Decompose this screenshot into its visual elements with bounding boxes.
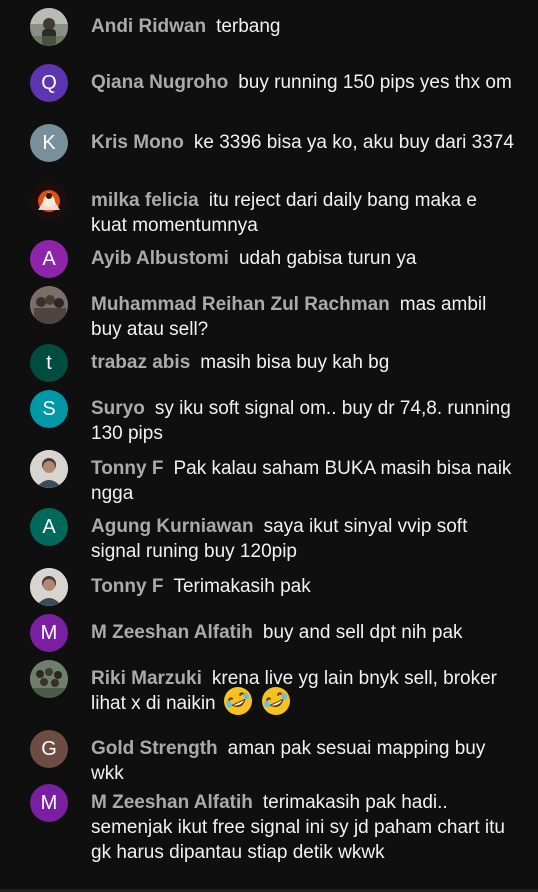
chat-message[interactable]: K Kris Mono ke 3396 bisa ya ko, aku buy da…	[0, 122, 538, 180]
chat-message[interactable]: A Ayib Albustomi udah gabisa turun ya	[0, 238, 538, 284]
author-name[interactable]: Gold Strength	[91, 738, 218, 759]
avatar-photo[interactable]	[30, 568, 68, 606]
message-body: M Zeeshan Alfatih terimakasih pak hadi.. …	[91, 782, 514, 865]
rolling-on-floor-laughing-emoji	[260, 685, 292, 717]
rolling-on-floor-laughing-emoji	[222, 685, 254, 717]
avatar[interactable]: t	[30, 344, 68, 382]
author-name[interactable]: Riki Marzuki	[91, 668, 202, 689]
avatar-letter: A	[42, 247, 56, 270]
avatar-letter: M	[40, 621, 58, 644]
message-body: Suryo sy iku soft signal om.. buy dr 74,8…	[91, 388, 514, 446]
message-body: milka felicia itu reject dari daily bang …	[91, 180, 514, 238]
avatar[interactable]: A	[30, 508, 68, 546]
author-name[interactable]: Qiana Nugroho	[91, 72, 228, 93]
message-body: Tonny F Pak kalau saham BUKA masih bisa n…	[91, 448, 514, 506]
message-body: Andi Ridwan terbang	[91, 6, 281, 39]
avatar-letter: S	[42, 397, 56, 420]
author-name[interactable]: Tonny F	[91, 458, 163, 479]
message-body: Riki Marzuki krena live yg lain bnyk sell…	[91, 658, 514, 717]
avatar[interactable]: M	[30, 784, 68, 822]
avatar-photo[interactable]	[30, 8, 68, 46]
avatar-photo[interactable]	[30, 660, 68, 698]
chat-message[interactable]: t trabaz abis masih bisa buy kah bg	[0, 342, 538, 388]
author-name[interactable]: Andi Ridwan	[91, 16, 206, 37]
author-name[interactable]: trabaz abis	[91, 352, 190, 373]
avatar[interactable]: S	[30, 390, 68, 428]
chat-message[interactable]: A Agung Kurniawan saya ikut sinyal vvip so…	[0, 506, 538, 566]
avatar-letter: Q	[41, 71, 57, 94]
message-text: Terimakasih pak	[173, 576, 311, 597]
chat-message[interactable]: M M Zeeshan Alfatih terimakasih pak hadi..…	[0, 782, 538, 866]
avatar[interactable]: A	[30, 240, 68, 278]
avatar[interactable]: G	[30, 730, 68, 768]
author-name[interactable]: Agung Kurniawan	[91, 516, 254, 537]
author-name[interactable]: Ayib Albustomi	[91, 248, 229, 269]
avatar-letter: G	[41, 737, 57, 760]
message-text: ke 3396 bisa ya ko, aku buy dari 3374	[193, 132, 514, 153]
message-body: Tonny F Terimakasih pak	[91, 566, 311, 599]
message-text: terbang	[216, 16, 281, 37]
avatar-photo[interactable]	[30, 450, 68, 488]
message-body: trabaz abis masih bisa buy kah bg	[91, 342, 389, 375]
avatar-photo[interactable]	[30, 182, 68, 220]
author-name[interactable]: M Zeeshan Alfatih	[91, 622, 253, 643]
message-text: buy running 150 pips yes thx om	[238, 72, 512, 93]
avatar-letter: A	[42, 515, 56, 538]
chat-message[interactable]: Tonny F Pak kalau saham BUKA masih bisa n…	[0, 448, 538, 506]
avatar-letter: M	[40, 791, 58, 814]
author-name[interactable]: M Zeeshan Alfatih	[91, 792, 253, 813]
avatar[interactable]: K	[30, 124, 68, 162]
message-body: Qiana Nugroho buy running 150 pips yes th…	[91, 62, 512, 95]
message-body: M Zeeshan Alfatih buy and sell dpt nih pa…	[91, 612, 463, 645]
message-body: Ayib Albustomi udah gabisa turun ya	[91, 238, 416, 271]
avatar-letter: K	[42, 131, 56, 154]
avatar-photo[interactable]	[30, 286, 68, 324]
chat-message[interactable]: Tonny F Terimakasih pak	[0, 566, 538, 612]
chat-message[interactable]: milka felicia itu reject dari daily bang …	[0, 180, 538, 238]
message-text: udah gabisa turun ya	[238, 248, 417, 269]
message-body: Kris Mono ke 3396 bisa ya ko, aku buy dar…	[91, 122, 514, 155]
chat-message[interactable]: Muhammad Reihan Zul Rachman mas ambil buy…	[0, 284, 538, 342]
chat-message[interactable]: G Gold Strength aman pak sesuai mapping bu…	[0, 728, 538, 784]
message-text: buy and sell dpt nih pak	[262, 622, 463, 643]
live-chat-list: Andi Ridwan terbang Q Qiana Nugroho buy runn…	[0, 0, 538, 892]
author-name[interactable]: Kris Mono	[91, 132, 184, 153]
message-body: Agung Kurniawan saya ikut sinyal vvip sof…	[91, 506, 514, 564]
chat-message[interactable]: Riki Marzuki krena live yg lain bnyk sell…	[0, 658, 538, 728]
message-text: sy iku soft signal om.. buy dr 74,8. run…	[91, 398, 511, 444]
message-body: Gold Strength aman pak sesuai mapping buy…	[91, 728, 514, 786]
chat-message[interactable]: S Suryo sy iku soft signal om.. buy dr 74,…	[0, 388, 538, 448]
avatar-letter: t	[46, 351, 52, 374]
chat-message[interactable]: M M Zeeshan Alfatih buy and sell dpt nih p…	[0, 612, 538, 658]
author-name[interactable]: Suryo	[91, 398, 145, 419]
avatar[interactable]: Q	[30, 64, 68, 102]
chat-message[interactable]: Andi Ridwan terbang	[0, 6, 538, 62]
author-name[interactable]: Tonny F	[91, 576, 163, 597]
author-name[interactable]: Muhammad Reihan Zul Rachman	[91, 294, 390, 315]
message-text: masih bisa buy kah bg	[200, 352, 390, 373]
avatar[interactable]: M	[30, 614, 68, 652]
message-body: Muhammad Reihan Zul Rachman mas ambil buy…	[91, 284, 514, 342]
author-name[interactable]: milka felicia	[91, 190, 199, 211]
chat-message[interactable]: Q Qiana Nugroho buy running 150 pips yes t…	[0, 62, 538, 122]
